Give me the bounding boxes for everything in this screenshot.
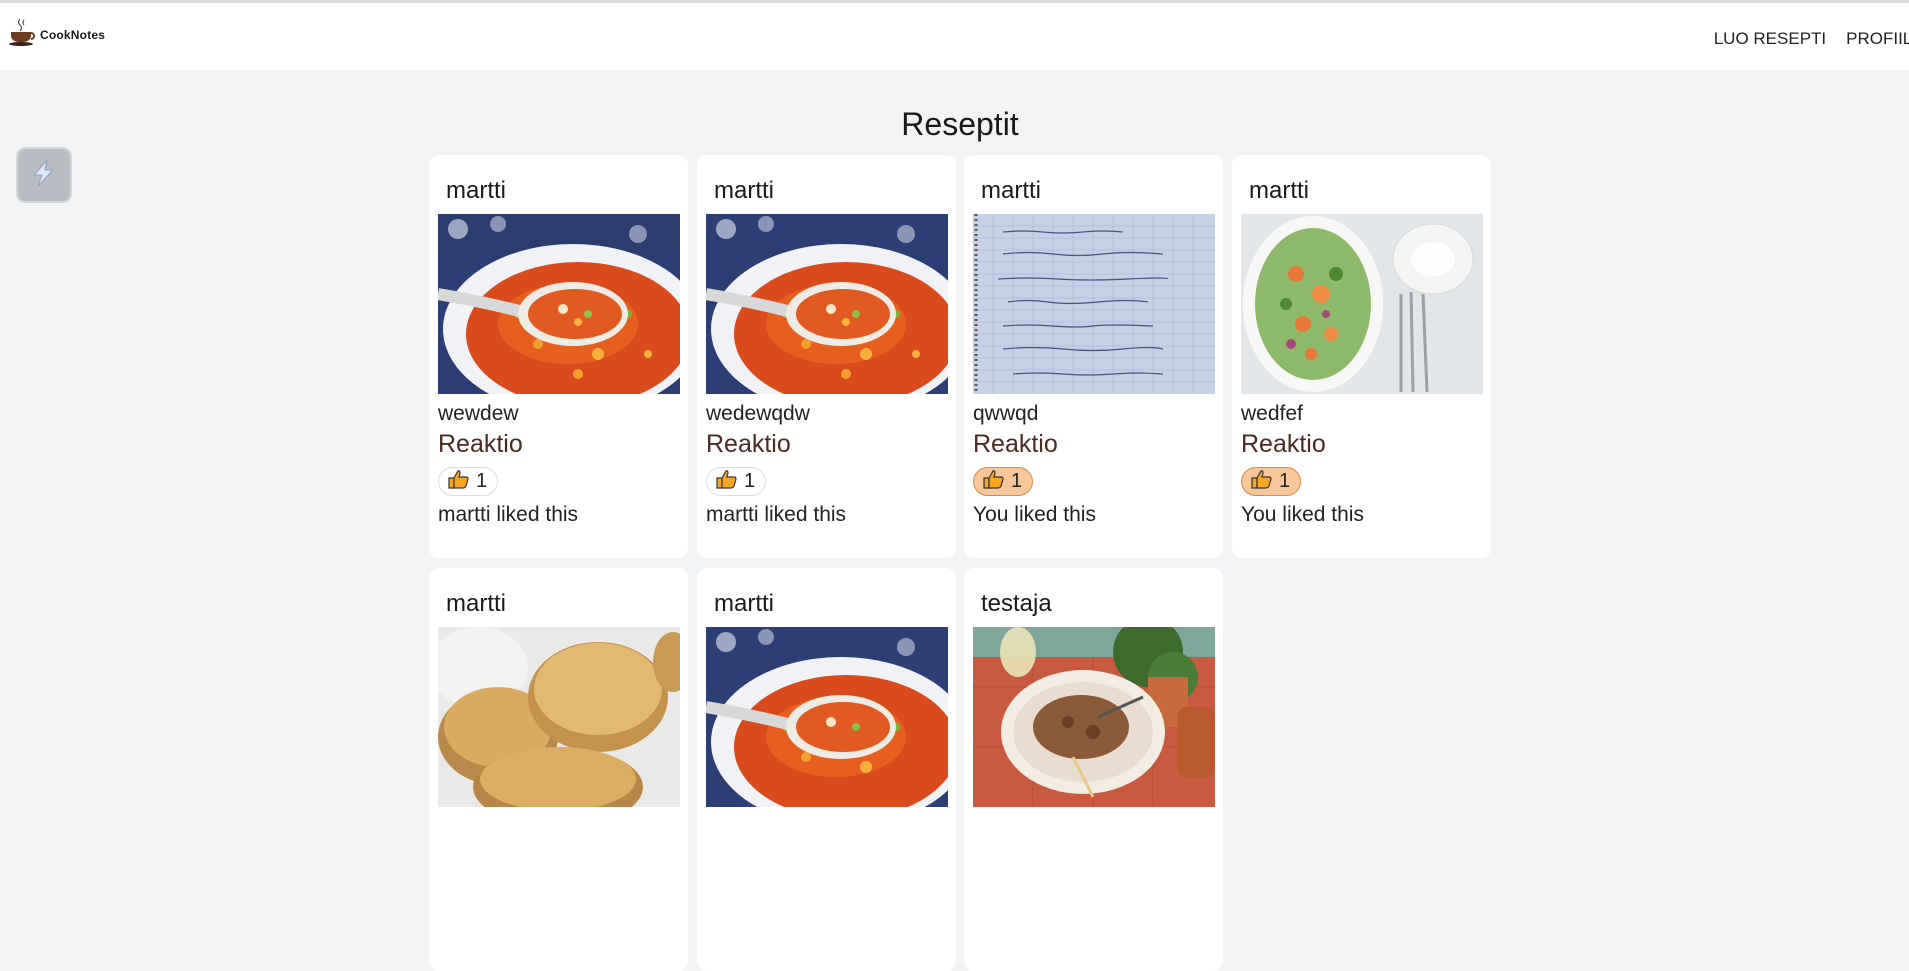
- like-button[interactable]: 1: [438, 467, 499, 496]
- recipe-card[interactable]: martti: [964, 155, 1223, 558]
- logo-text: CookNotes: [40, 27, 106, 42]
- recipe-image-salad[interactable]: [1241, 214, 1483, 394]
- recipe-image-notebook[interactable]: [973, 214, 1215, 394]
- like-count: 1: [744, 470, 756, 492]
- like-button[interactable]: 1: [1241, 467, 1302, 496]
- liked-by-text: You liked this: [1241, 503, 1364, 526]
- liked-by-text: martti liked this: [706, 503, 847, 526]
- recipe-name: qwwqd: [973, 402, 1039, 425]
- lightning-icon: [27, 156, 61, 195]
- coffee-cup-icon: [8, 17, 38, 52]
- card-author: martti: [1249, 177, 1309, 204]
- recipe-image-soup[interactable]: [438, 214, 680, 394]
- card-author: martti: [446, 177, 506, 204]
- logo[interactable]: CookNotes: [8, 17, 105, 52]
- card-author: testaja: [981, 590, 1052, 617]
- recipe-card[interactable]: martti wedewqdw Reaktio 1 martti liked t…: [697, 155, 956, 558]
- recipe-card[interactable]: martti: [429, 568, 688, 971]
- like-button[interactable]: 1: [706, 467, 767, 496]
- card-author: martti: [714, 177, 774, 204]
- thumbs-up-icon: [448, 469, 470, 494]
- nav-links: LUO RESEPTI PROFIILI: [1714, 29, 1909, 49]
- recipe-name: wedfef: [1241, 402, 1303, 425]
- liked-by-text: You liked this: [973, 503, 1096, 526]
- like-count: 1: [1011, 470, 1023, 492]
- reaction-label: Reaktio: [438, 430, 523, 458]
- like-button[interactable]: 1: [973, 467, 1034, 496]
- recipe-card[interactable]: testaja: [964, 568, 1223, 971]
- page-title: Reseptit: [901, 106, 1019, 142]
- reaction-label: Reaktio: [706, 430, 791, 458]
- recipe-image-spaghetti[interactable]: [973, 627, 1215, 807]
- like-count: 1: [476, 470, 488, 492]
- like-count: 1: [1279, 470, 1291, 492]
- recipe-card[interactable]: martti wewdew Reaktio 1 martti liked thi…: [429, 155, 688, 558]
- reaction-label: Reaktio: [973, 430, 1058, 458]
- recipe-name: wewdew: [438, 402, 519, 425]
- liked-by-text: martti liked this: [438, 503, 579, 526]
- thumbs-up-icon: [1251, 469, 1273, 494]
- recipe-name: wedewqdw: [706, 402, 810, 425]
- reaction-label: Reaktio: [1241, 430, 1326, 458]
- recipe-card[interactable]: martti: [697, 568, 956, 971]
- thumbs-up-icon: [716, 469, 738, 494]
- thumbs-up-icon: [983, 469, 1005, 494]
- recipe-image-soup[interactable]: [706, 627, 948, 807]
- card-author: martti: [714, 590, 774, 617]
- recipe-card[interactable]: martti wedfef Reaktio 1 You liked this: [1232, 155, 1491, 558]
- lightning-widget-button[interactable]: [16, 147, 72, 203]
- nav-profile-link[interactable]: PROFIILI: [1846, 29, 1909, 49]
- navbar: CookNotes LUO RESEPTI PROFIILI: [0, 3, 1909, 70]
- card-author: martti: [981, 177, 1041, 204]
- nav-create-recipe-link[interactable]: LUO RESEPTI: [1714, 29, 1826, 49]
- card-author: martti: [446, 590, 506, 617]
- recipe-image-soup[interactable]: [706, 214, 948, 394]
- recipe-image-bread[interactable]: [438, 627, 680, 807]
